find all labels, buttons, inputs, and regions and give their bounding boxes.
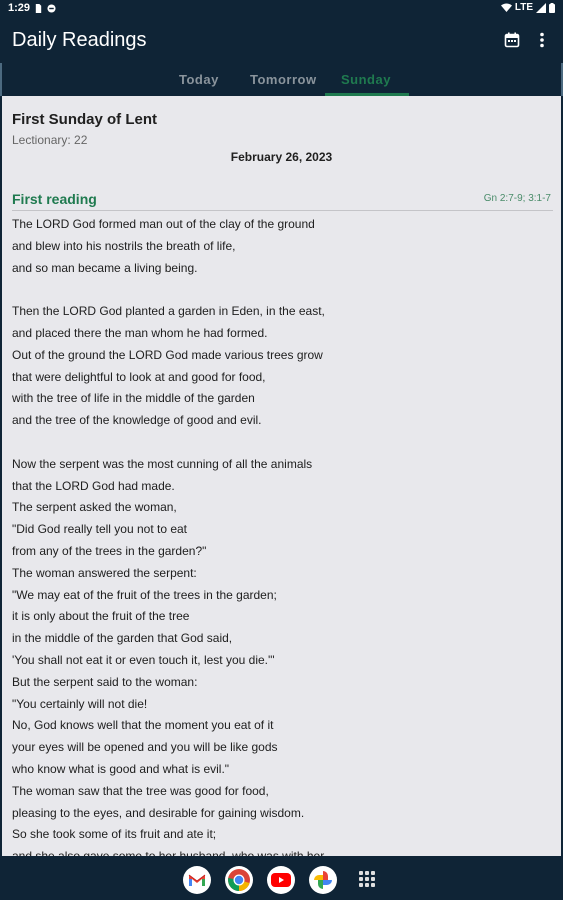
reading-line: with the tree of life in the middle of t… (12, 391, 255, 406)
network-type: LTE (514, 2, 533, 13)
app-title: Daily Readings (12, 29, 147, 51)
calendar-icon (504, 32, 520, 48)
reading-citation[interactable]: Gn 2:7-9; 3:1-7 (484, 193, 551, 204)
reading-line: that were delightful to look at and good… (12, 369, 266, 384)
calendar-button[interactable] (502, 30, 522, 50)
app-drawer-icon[interactable] (359, 871, 375, 887)
reading-line: it is only about the fruit of the tree (12, 609, 190, 624)
reading-line: and the tree of the knowledge of good an… (12, 413, 262, 428)
reading-line: No, God knows well that the moment you e… (12, 718, 274, 733)
chrome-icon[interactable] (225, 866, 253, 894)
reading-heading: First reading (12, 191, 97, 207)
section-divider (12, 210, 553, 211)
gmail-icon[interactable] (183, 866, 211, 894)
photos-glyph (314, 871, 332, 889)
app-bar: Daily Readings (0, 18, 563, 63)
status-indicators: LTE (500, 2, 555, 13)
tab-today[interactable]: Today (179, 72, 219, 87)
status-time: 1:29 (8, 2, 31, 14)
reading-line: Then the LORD God planted a garden in Ed… (12, 304, 325, 319)
tab-sunday[interactable]: Sunday (341, 72, 391, 87)
youtube-icon[interactable] (267, 866, 295, 894)
reading-line: But the serpent said to the woman: (12, 674, 198, 689)
tab-tomorrow[interactable]: Tomorrow (250, 72, 317, 87)
reading-line: that the LORD God had made. (12, 478, 175, 493)
dnd-icon (47, 4, 56, 13)
sim-card-icon (35, 4, 42, 13)
reading-line: Out of the ground the LORD God made vari… (12, 347, 323, 362)
reading-line: and so man became a living being. (12, 260, 198, 275)
reading-line: in the middle of the garden that God sai… (12, 631, 233, 646)
reading-line: pleasing to the eyes, and desirable for … (12, 805, 305, 820)
youtube-glyph (271, 873, 291, 887)
reading-line: who know what is good and what is evil." (12, 761, 230, 776)
reading-line: and placed there the man whom he had for… (12, 325, 268, 340)
more-vert-icon (540, 32, 544, 48)
photos-icon[interactable] (309, 866, 337, 894)
signal-icon (536, 2, 546, 13)
day-tabs: Today Tomorrow Sunday (0, 63, 563, 96)
chrome-glyph (228, 869, 250, 891)
reading-content[interactable]: First Sunday of Lent Lectionary: 22 Febr… (2, 96, 561, 856)
taskbar (0, 856, 563, 900)
reading-line: from any of the trees in the garden?" (12, 543, 207, 558)
reading-line: "You certainly will not die! (12, 696, 148, 711)
reading-date: February 26, 2023 (230, 150, 333, 164)
reading-line: and blew into his nostrils the breath of… (12, 238, 236, 253)
reading-line: The woman saw that the tree was good for… (12, 783, 269, 798)
wifi-icon (500, 3, 512, 12)
battery-icon (549, 2, 555, 13)
reading-text: The LORD God formed man out of the clay … (12, 214, 532, 856)
reading-line: The woman answered the serpent: (12, 565, 197, 580)
reading-line: The serpent asked the woman, (12, 500, 177, 515)
lectionary-number: Lectionary: 22 (12, 133, 88, 147)
status-bar: 1:29 LTE (0, 0, 563, 18)
reading-line: Now the serpent was the most cunning of … (12, 456, 313, 471)
reading-line: your eyes will be opened and you will be… (12, 740, 278, 755)
reading-line: and she also gave some to her husband, w… (12, 846, 532, 856)
stanza-break (12, 432, 532, 454)
more-options-button[interactable] (532, 30, 552, 50)
stanza-break (12, 279, 532, 301)
reading-line: "We may eat of the fruit of the trees in… (12, 587, 277, 602)
reading-line: "Did God really tell you not to eat (12, 522, 188, 537)
day-title: First Sunday of Lent (12, 111, 158, 128)
reading-line: 'You shall not eat it or even touch it, … (12, 652, 275, 667)
gmail-glyph (188, 874, 206, 886)
reading-line: The LORD God formed man out of the clay … (12, 217, 315, 231)
reading-line: So she took some of its fruit and ate it… (12, 827, 217, 842)
